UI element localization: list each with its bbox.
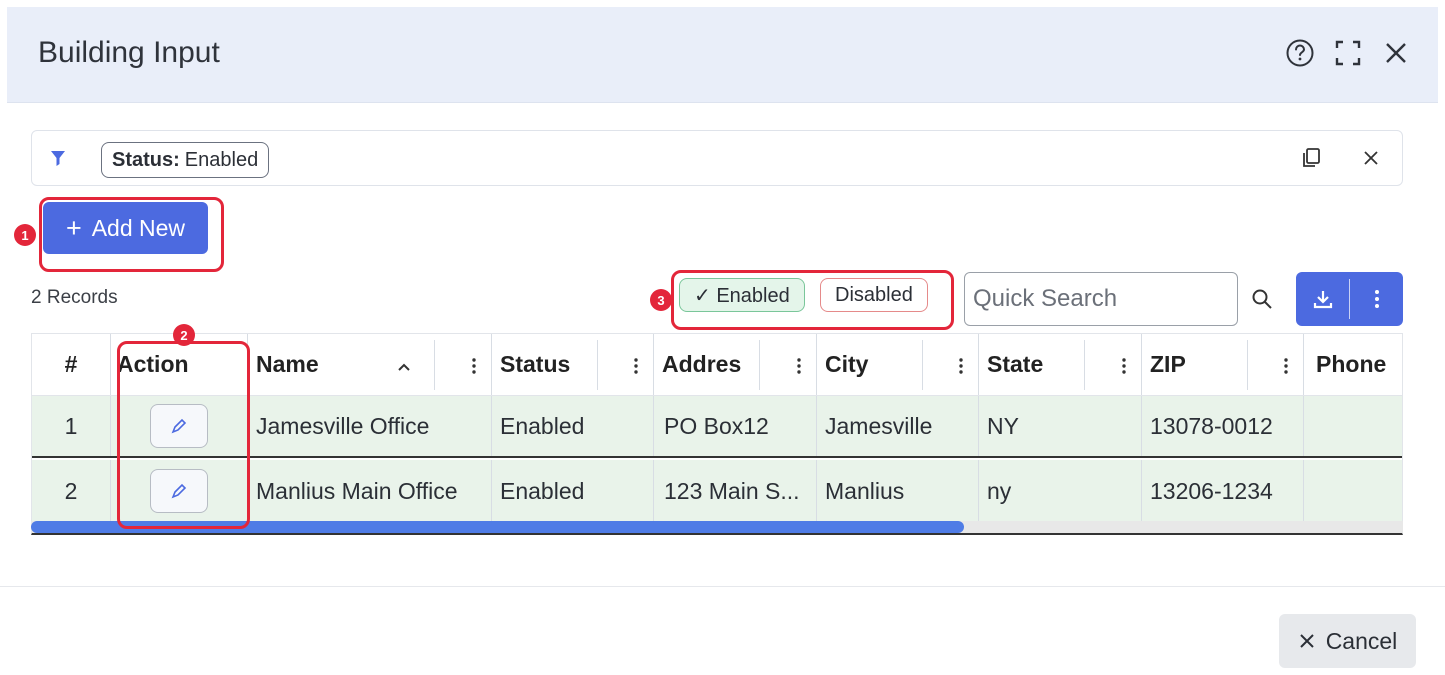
records-count: 2 Records	[31, 287, 118, 308]
column-menu-icon[interactable]	[1121, 356, 1127, 376]
column-header-city[interactable]: City	[817, 334, 979, 395]
annotation-highlight-add-new	[39, 197, 224, 272]
address-cell: PO Box12	[654, 396, 817, 456]
column-menu-icon[interactable]	[1283, 356, 1289, 376]
row-number-cell: 1	[32, 396, 111, 456]
column-header-zip-label: ZIP	[1150, 351, 1186, 377]
column-menu-icon[interactable]	[471, 356, 477, 376]
copy-icon[interactable]	[1298, 145, 1324, 171]
annotation-badge: 3	[650, 289, 672, 311]
column-header-address-label: Addres	[662, 351, 742, 377]
cancel-button[interactable]: Cancel	[1279, 614, 1416, 668]
column-header-status[interactable]: Status	[492, 334, 654, 395]
dialog-title: Building Input	[38, 36, 220, 69]
search-icon[interactable]	[1250, 287, 1274, 311]
column-header-name-label: Name	[256, 351, 319, 377]
column-menu-icon[interactable]	[796, 356, 802, 376]
header-icons	[1284, 37, 1412, 69]
column-header-status-label: Status	[500, 351, 571, 377]
state-cell: NY	[979, 396, 1142, 456]
column-header-state-label: State	[987, 351, 1044, 377]
filter-bar: Status: Enabled	[31, 130, 1403, 186]
column-divider	[1084, 340, 1085, 390]
cancel-label: Cancel	[1325, 627, 1398, 654]
status-cell: Enabled	[492, 396, 654, 456]
annotation-highlight-action-column	[117, 341, 250, 529]
city-cell: Jamesville	[817, 396, 979, 456]
download-icon[interactable]	[1296, 272, 1349, 326]
column-header-city-label: City	[825, 351, 869, 377]
city-cell: Manlius	[817, 460, 979, 522]
close-icon[interactable]	[1380, 37, 1412, 69]
column-header-number[interactable]: #	[32, 334, 111, 395]
zip-cell: 13078-0012	[1142, 396, 1304, 456]
help-circle-icon[interactable]	[1284, 37, 1316, 69]
address-cell: 123 Main S...	[654, 460, 817, 522]
phone-cell	[1304, 396, 1402, 456]
phone-cell	[1304, 460, 1402, 522]
more-options-icon[interactable]	[1350, 272, 1403, 326]
status-cell: Enabled	[492, 460, 654, 522]
column-header-address[interactable]: Addres	[654, 334, 817, 395]
column-divider	[922, 340, 923, 390]
column-header-zip[interactable]: ZIP	[1142, 334, 1304, 395]
dialog-header: Building Input	[7, 7, 1438, 103]
funnel-icon[interactable]	[50, 149, 66, 167]
column-menu-icon[interactable]	[958, 356, 964, 376]
column-header-phone[interactable]: Phone	[1304, 334, 1402, 395]
status-filter-chip[interactable]: Status: Enabled	[101, 142, 270, 178]
close-icon	[1299, 634, 1314, 648]
name-cell: Jamesville Office	[248, 396, 492, 456]
column-divider	[1247, 340, 1248, 390]
quick-search-input[interactable]	[964, 272, 1238, 326]
column-menu-icon[interactable]	[633, 356, 639, 376]
column-divider	[759, 340, 760, 390]
column-header-name[interactable]: Name	[248, 334, 492, 395]
zip-cell: 13206-1234	[1142, 460, 1304, 522]
column-divider	[597, 340, 598, 390]
name-cell: Manlius Main Office	[248, 460, 492, 522]
fullscreen-icon[interactable]	[1332, 37, 1364, 69]
annotation-badge: 1	[14, 224, 36, 246]
annotation-highlight-status-toggles	[671, 270, 954, 330]
row-number-cell: 2	[32, 460, 111, 522]
state-cell: ny	[979, 460, 1142, 522]
footer-divider	[0, 586, 1445, 587]
column-header-state[interactable]: State	[979, 334, 1142, 395]
clear-filter-icon[interactable]	[1358, 145, 1384, 171]
chip-value: Enabled	[184, 148, 259, 171]
column-divider	[434, 340, 435, 390]
export-button-group	[1296, 272, 1403, 326]
sort-ascending-icon[interactable]	[396, 361, 412, 373]
chip-key: Status:	[112, 148, 180, 171]
annotation-badge: 2	[173, 324, 195, 346]
